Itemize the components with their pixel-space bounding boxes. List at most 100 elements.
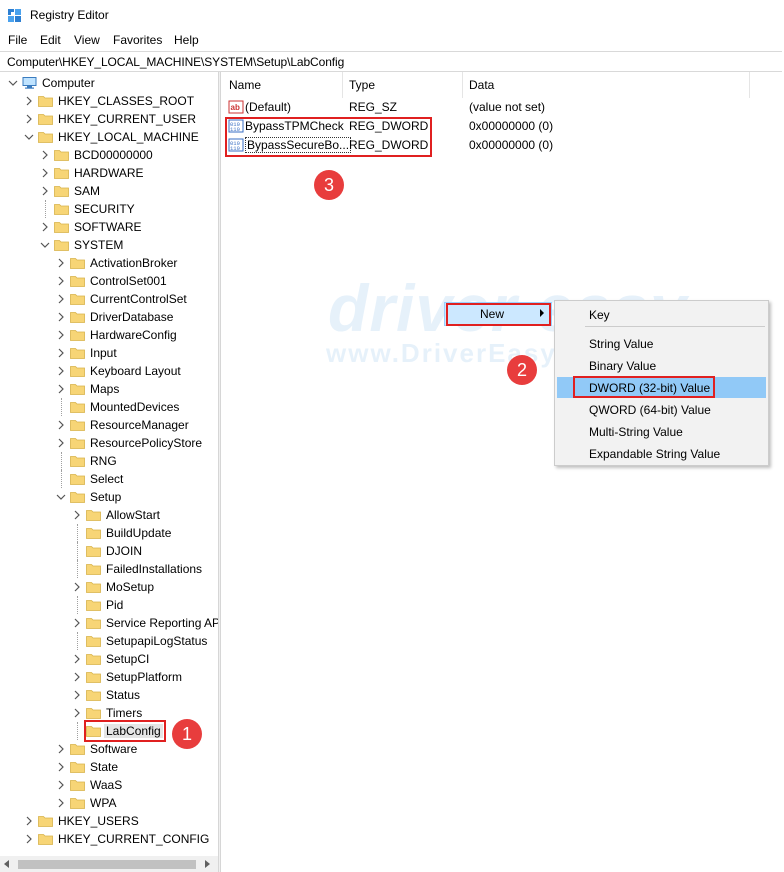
column-divider[interactable]: [342, 72, 343, 98]
chevron-right-icon[interactable]: [72, 654, 82, 664]
folder-icon: [70, 780, 85, 791]
column-divider[interactable]: [462, 72, 463, 98]
chevron-right-icon[interactable]: [56, 348, 66, 358]
chevron-right-icon[interactable]: [56, 744, 66, 754]
folder-icon: [70, 456, 85, 467]
folder-icon: [86, 510, 101, 521]
chevron-right-icon[interactable]: [72, 672, 82, 682]
chevron-right-icon[interactable]: [40, 150, 50, 160]
chevron-right-icon[interactable]: [56, 276, 66, 286]
tree-connector: [77, 524, 78, 542]
tree-item-label: Input: [90, 346, 117, 360]
column-name-header[interactable]: Name: [229, 78, 261, 92]
chevron-right-icon[interactable]: [56, 384, 66, 394]
folder-icon: [54, 240, 69, 251]
chevron-right-icon[interactable]: [40, 222, 50, 232]
pane-splitter[interactable]: [218, 72, 221, 872]
scroll-thumb[interactable]: [18, 860, 196, 869]
column-divider[interactable]: [749, 72, 750, 98]
scroll-left-arrow-icon[interactable]: [4, 860, 9, 868]
tree-item-label: Maps: [90, 382, 120, 396]
column-data-header[interactable]: Data: [469, 78, 494, 92]
tree-connector: [77, 542, 78, 560]
chevron-right-icon[interactable]: [24, 96, 34, 106]
chevron-right-icon[interactable]: [56, 312, 66, 322]
folder-icon: [70, 798, 85, 809]
folder-icon: [70, 366, 85, 377]
folder-icon: [38, 834, 53, 845]
tree-pane[interactable]: Computer HKEY_CLASSES_ROOT HKEY_CURRENT_US…: [0, 72, 218, 872]
chevron-down-icon[interactable]: [56, 492, 66, 502]
chevron-right-icon[interactable]: [56, 258, 66, 268]
chevron-right-icon[interactable]: [40, 186, 50, 196]
folder-icon: [86, 708, 101, 719]
address-bar[interactable]: Computer\HKEY_LOCAL_MACHINE\SYSTEM\Setup…: [0, 51, 782, 72]
chevron-down-icon[interactable]: [24, 132, 34, 142]
scroll-right-arrow-icon[interactable]: [205, 860, 210, 868]
folder-icon: [38, 114, 53, 125]
menu-bar: File Edit View Favorites Help: [0, 30, 784, 50]
tree-item-label: SetupPlatform: [106, 670, 183, 684]
step-badge-1: 1: [172, 719, 202, 749]
tree-item-label: HKEY_CURRENT_CONFIG: [58, 832, 210, 846]
submenu-item-expandable-string-value[interactable]: Expandable String Value: [589, 447, 720, 461]
menu-file[interactable]: File: [8, 33, 27, 47]
chevron-right-icon[interactable]: [40, 168, 50, 178]
title-bar: Registry Editor: [0, 0, 784, 30]
chevron-right-icon[interactable]: [56, 294, 66, 304]
tree-item-label: State: [90, 760, 119, 774]
menu-view[interactable]: View: [74, 33, 100, 47]
submenu-item-qword-value[interactable]: QWORD (64-bit) Value: [589, 403, 711, 417]
address-path[interactable]: Computer\HKEY_LOCAL_MACHINE\SYSTEM\Setup…: [7, 55, 344, 69]
chevron-down-icon[interactable]: [40, 240, 50, 250]
submenu-item-binary-value[interactable]: Binary Value: [589, 359, 656, 373]
tree-connector: [61, 398, 62, 416]
chevron-right-icon[interactable]: [72, 618, 82, 628]
submenu-item-key[interactable]: Key: [589, 308, 610, 322]
chevron-right-icon[interactable]: [72, 582, 82, 592]
folder-icon: [70, 492, 85, 503]
tree-item-label: SOFTWARE: [74, 220, 142, 234]
values-pane[interactable]: Name Type Data ab (Default) REG_SZ (valu…: [222, 72, 784, 872]
tree-item-label: SECURITY: [74, 202, 135, 216]
tree-item-label: HKEY_CLASSES_ROOT: [58, 94, 195, 108]
chevron-right-icon[interactable]: [24, 114, 34, 124]
chevron-right-icon[interactable]: [56, 438, 66, 448]
submenu-item-string-value[interactable]: String Value: [589, 337, 653, 351]
chevron-right-icon[interactable]: [56, 762, 66, 772]
tree-item-label: AllowStart: [106, 508, 161, 522]
chevron-right-icon[interactable]: [72, 510, 82, 520]
tree-item-label: Select: [90, 472, 124, 486]
column-type-header[interactable]: Type: [349, 78, 375, 92]
folder-icon: [70, 258, 85, 269]
tree-item-label: ResourcePolicyStore: [90, 436, 203, 450]
annotation-box-labconfig: [84, 720, 166, 742]
tree-item-label: HARDWARE: [74, 166, 144, 180]
menu-help[interactable]: Help: [174, 33, 199, 47]
tree-connector: [77, 560, 78, 578]
chevron-right-icon[interactable]: [24, 816, 34, 826]
menu-favorites[interactable]: Favorites: [113, 33, 162, 47]
menu-edit[interactable]: Edit: [40, 33, 61, 47]
chevron-down-icon[interactable]: [8, 78, 18, 88]
folder-icon: [86, 564, 101, 575]
chevron-right-icon[interactable]: [72, 708, 82, 718]
chevron-right-icon[interactable]: [56, 420, 66, 430]
tree-connector: [61, 452, 62, 470]
chevron-right-icon[interactable]: [72, 690, 82, 700]
tree-item-label: HKEY_USERS: [58, 814, 139, 828]
chevron-right-icon[interactable]: [56, 798, 66, 808]
folder-icon: [86, 672, 101, 683]
chevron-right-icon[interactable]: [24, 834, 34, 844]
chevron-right-icon[interactable]: [56, 366, 66, 376]
folder-icon: [86, 654, 101, 665]
chevron-right-icon[interactable]: [56, 780, 66, 790]
folder-icon: [38, 132, 53, 143]
folder-icon: [70, 402, 85, 413]
submenu-item-multi-string-value[interactable]: Multi-String Value: [589, 425, 683, 439]
tree-item-label: FailedInstallations: [106, 562, 203, 576]
chevron-right-icon[interactable]: [56, 330, 66, 340]
folder-icon: [54, 186, 69, 197]
folder-icon: [86, 618, 101, 629]
value-row-default[interactable]: ab (Default) REG_SZ (value not set): [228, 98, 748, 116]
